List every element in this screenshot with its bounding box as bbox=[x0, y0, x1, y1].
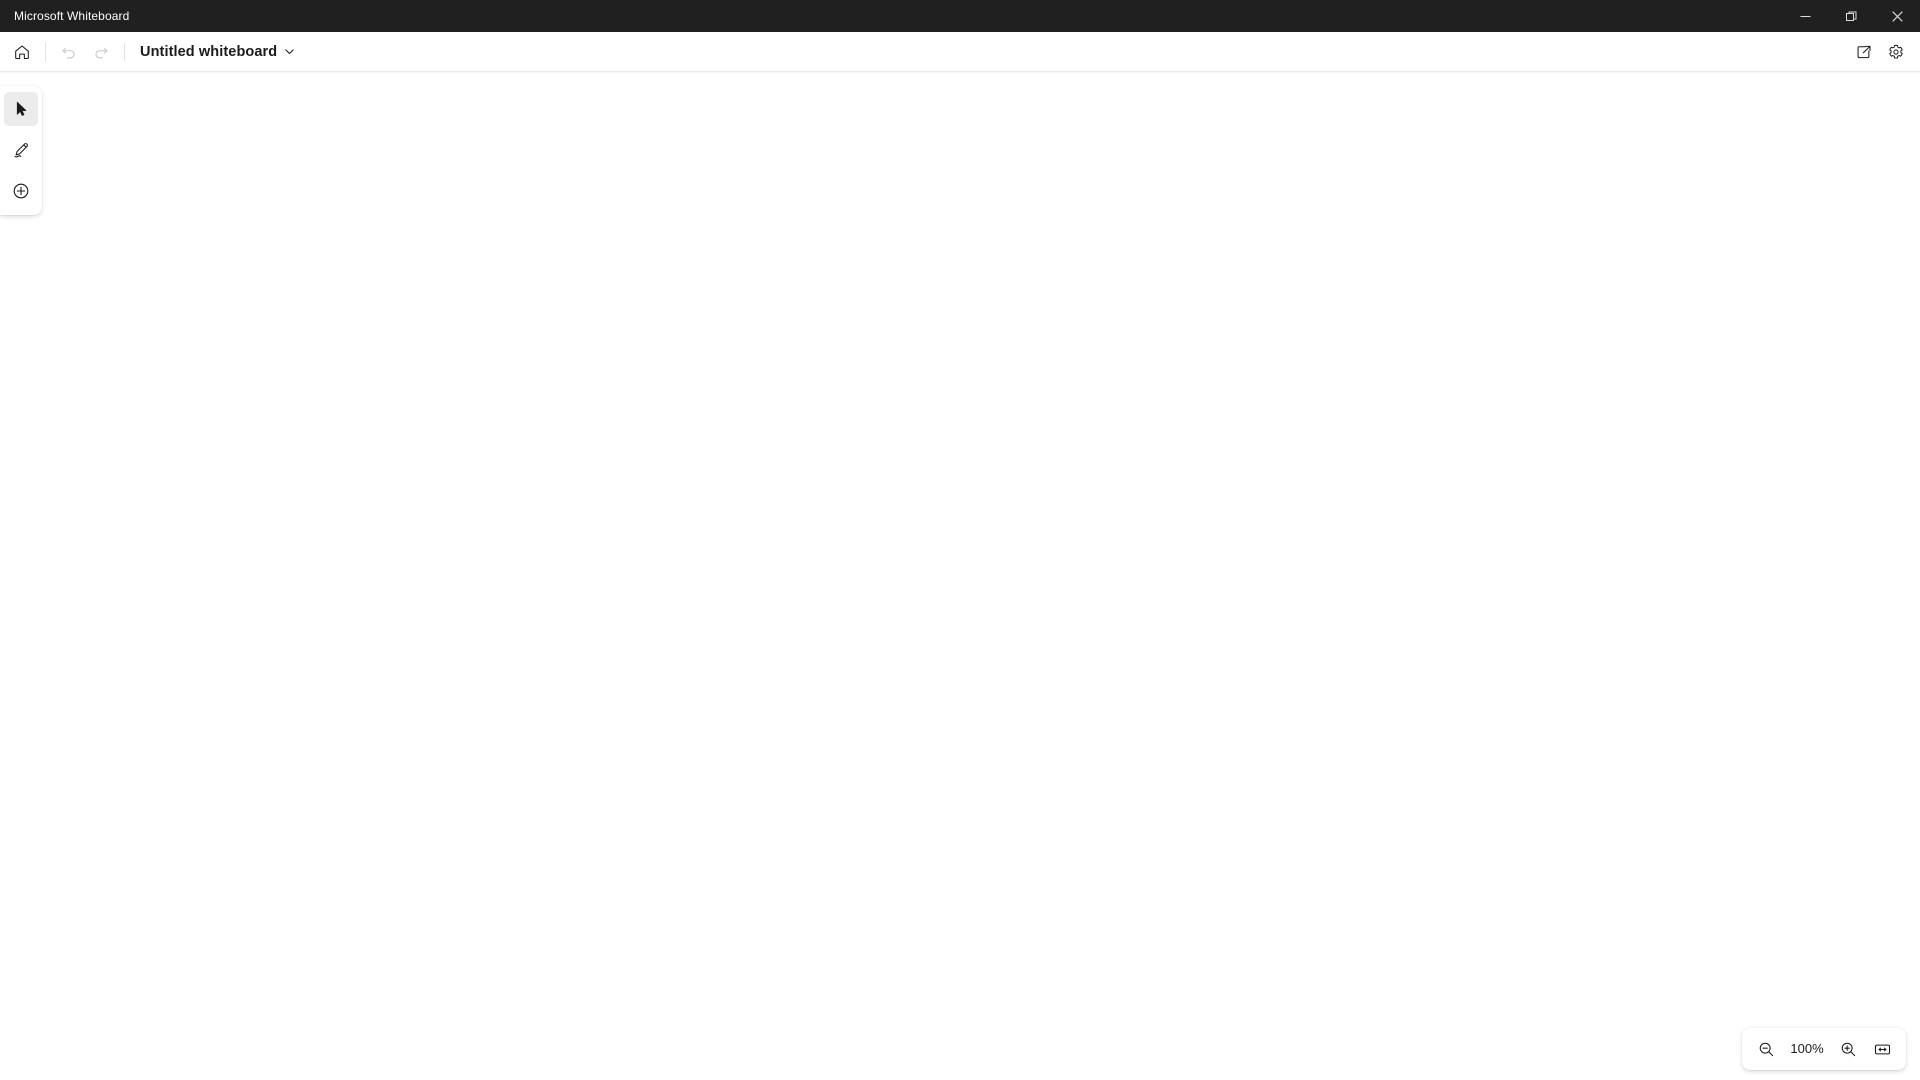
window-controls bbox=[1782, 0, 1920, 32]
chevron-down-icon bbox=[285, 49, 294, 54]
tool-rail bbox=[0, 86, 42, 215]
window-titlebar: Microsoft Whiteboard bbox=[0, 0, 1920, 32]
tool-select[interactable] bbox=[4, 92, 38, 126]
share-icon bbox=[1857, 45, 1871, 58]
maximize-button[interactable] bbox=[1828, 0, 1874, 32]
command-bar-divider-1 bbox=[45, 42, 46, 61]
undo-icon bbox=[62, 47, 75, 58]
minimize-button[interactable] bbox=[1782, 0, 1828, 32]
command-bar-divider-2 bbox=[124, 42, 125, 61]
restore-icon bbox=[1845, 11, 1856, 21]
zoom-in-button[interactable] bbox=[1832, 1033, 1864, 1065]
tool-create[interactable] bbox=[4, 174, 38, 208]
zoom-in-icon bbox=[1841, 1042, 1855, 1056]
whiteboard-canvas[interactable]: 100% bbox=[0, 72, 1920, 1080]
close-button[interactable] bbox=[1874, 0, 1920, 32]
settings-button[interactable] bbox=[1880, 36, 1912, 68]
undo-button[interactable] bbox=[53, 36, 85, 68]
redo-button[interactable] bbox=[85, 36, 117, 68]
pen-icon bbox=[14, 143, 28, 158]
command-bar-left: Untitled whiteboard bbox=[6, 36, 302, 68]
document-title: Untitled whiteboard bbox=[140, 43, 278, 60]
close-icon bbox=[1891, 10, 1903, 22]
command-bar-right bbox=[1848, 36, 1912, 68]
zoom-level-value[interactable]: 100% bbox=[1784, 1033, 1830, 1065]
document-title-menu[interactable]: Untitled whiteboard bbox=[132, 37, 302, 67]
zoom-out-button[interactable] bbox=[1750, 1033, 1782, 1065]
gear-icon bbox=[1889, 44, 1903, 59]
home-button[interactable] bbox=[6, 36, 38, 68]
command-bar: Untitled whiteboard bbox=[0, 32, 1920, 72]
app-title: Microsoft Whiteboard bbox=[14, 9, 130, 23]
fit-to-screen-button[interactable] bbox=[1866, 1033, 1898, 1065]
share-button[interactable] bbox=[1848, 36, 1880, 68]
zoom-out-icon bbox=[1759, 1042, 1773, 1056]
plus-circle-icon bbox=[13, 183, 29, 199]
whiteboard-app: Microsoft Whiteboard Untitled whiteboard… bbox=[0, 0, 1920, 1080]
tool-ink[interactable] bbox=[4, 133, 38, 167]
fit-to-screen-icon bbox=[1874, 1044, 1890, 1054]
redo-icon bbox=[95, 47, 108, 58]
cursor-icon bbox=[16, 101, 27, 116]
minimize-icon bbox=[1800, 15, 1810, 17]
home-icon bbox=[15, 44, 29, 59]
zoom-controls: 100% bbox=[1742, 1028, 1906, 1070]
